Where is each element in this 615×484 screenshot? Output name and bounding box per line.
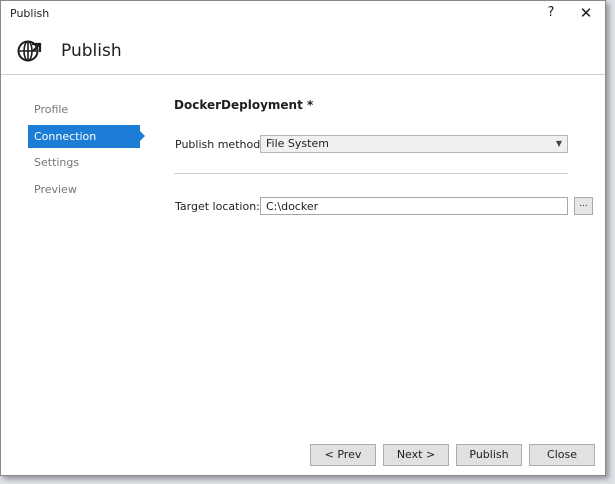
chevron-down-icon: ▼ bbox=[555, 139, 562, 148]
header-title: Publish bbox=[61, 41, 122, 61]
sidebar-item-profile[interactable]: Profile bbox=[28, 98, 140, 121]
next-button[interactable]: Next > bbox=[383, 444, 449, 466]
target-location-label: Target location: bbox=[175, 200, 260, 213]
window-title: Publish bbox=[10, 7, 50, 20]
title-bar: Publish ? ✕ bbox=[1, 1, 605, 27]
sidebar-item-preview[interactable]: Preview bbox=[28, 178, 140, 201]
separator bbox=[174, 173, 568, 174]
browse-button[interactable]: ... bbox=[574, 197, 593, 215]
publish-method-select[interactable]: File System ▼ bbox=[260, 135, 568, 153]
sidebar-item-settings[interactable]: Settings bbox=[28, 151, 140, 174]
globe-publish-icon bbox=[17, 40, 42, 62]
help-button[interactable]: ? bbox=[544, 5, 558, 20]
publish-method-value: File System bbox=[266, 137, 329, 150]
dialog-header: Publish bbox=[1, 27, 605, 75]
profile-name: DockerDeployment * bbox=[174, 98, 314, 112]
publish-dialog: Publish ? ✕ Publish Profile Connection S… bbox=[0, 0, 606, 476]
prev-button[interactable]: < Prev bbox=[310, 444, 376, 466]
close-window-button[interactable]: ✕ bbox=[578, 4, 594, 22]
close-button[interactable]: Close bbox=[529, 444, 595, 466]
publish-method-label: Publish method: bbox=[175, 138, 264, 151]
publish-button[interactable]: Publish bbox=[456, 444, 522, 466]
sidebar-item-connection[interactable]: Connection bbox=[28, 125, 145, 148]
target-location-input[interactable] bbox=[260, 197, 568, 215]
